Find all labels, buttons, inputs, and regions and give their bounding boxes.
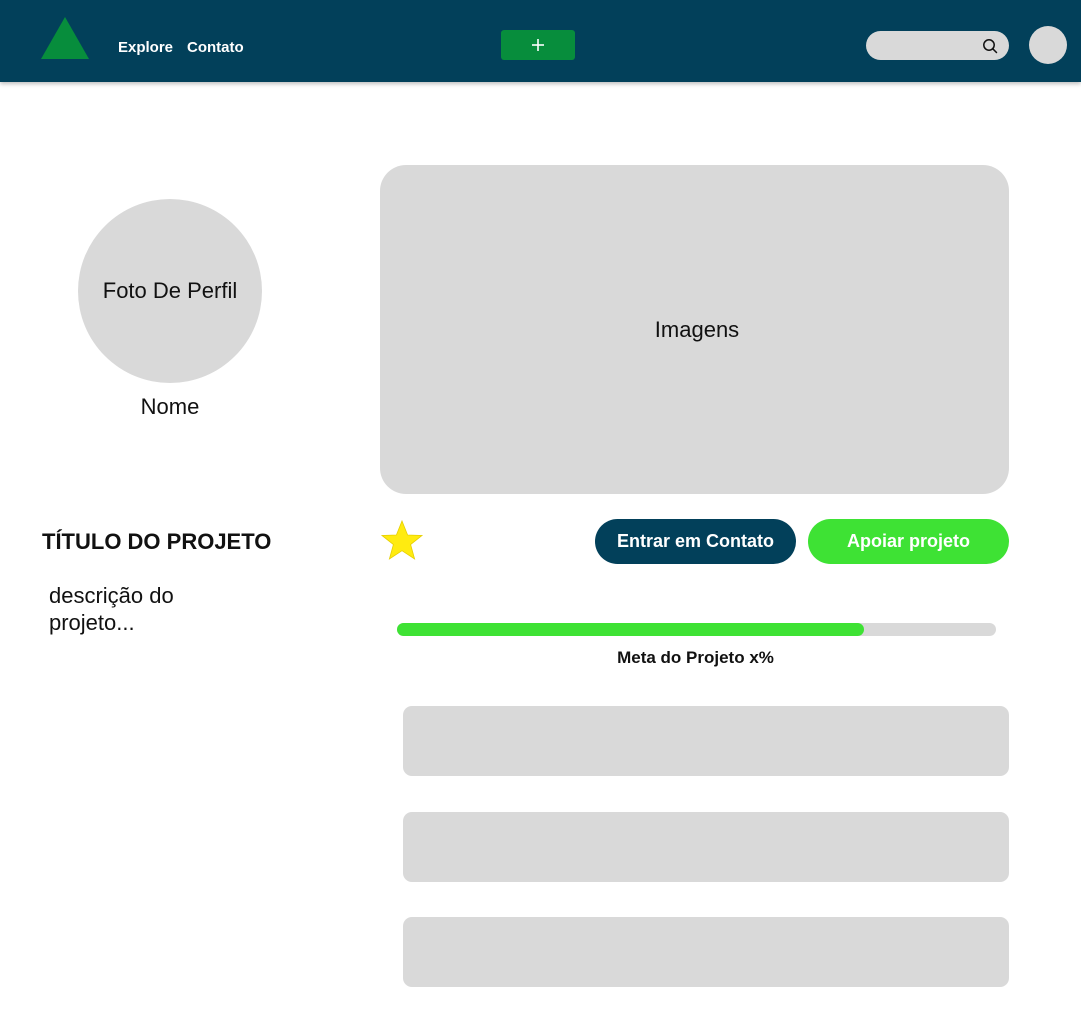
top-navbar: Explore Contato bbox=[0, 0, 1081, 82]
project-description: descrição do projeto... bbox=[49, 583, 174, 635]
project-title: TÍTULO DO PROJETO bbox=[42, 529, 272, 554]
gallery-label: Imagens bbox=[654, 317, 740, 342]
star-icon[interactable] bbox=[379, 518, 425, 564]
profile-name: Nome bbox=[140, 394, 200, 419]
content-block bbox=[403, 917, 1009, 987]
search-icon[interactable] bbox=[982, 38, 998, 54]
add-project-button[interactable] bbox=[501, 30, 575, 60]
funding-progress-bar bbox=[397, 623, 996, 636]
nav-contato-link[interactable]: Contato bbox=[187, 39, 244, 56]
funding-progress-label: Meta do Projeto x% bbox=[617, 648, 774, 667]
contact-button[interactable]: Entrar em Contato bbox=[595, 519, 796, 564]
support-project-button[interactable]: Apoiar projeto bbox=[808, 519, 1009, 564]
content-block bbox=[403, 812, 1009, 882]
funding-progress-fill bbox=[397, 623, 865, 636]
nav-explore-link[interactable]: Explore bbox=[118, 39, 173, 56]
search-bar bbox=[866, 31, 1009, 60]
plus-icon bbox=[532, 39, 544, 51]
profile-photo: Foto De Perfil bbox=[78, 199, 262, 383]
user-avatar[interactable] bbox=[1029, 26, 1067, 64]
profile-photo-label: Foto De Perfil bbox=[102, 278, 238, 303]
search-input[interactable] bbox=[878, 35, 982, 57]
project-image-gallery[interactable]: Imagens bbox=[380, 165, 1009, 494]
content-block bbox=[403, 706, 1009, 776]
triangle-logo-icon[interactable] bbox=[40, 16, 90, 60]
